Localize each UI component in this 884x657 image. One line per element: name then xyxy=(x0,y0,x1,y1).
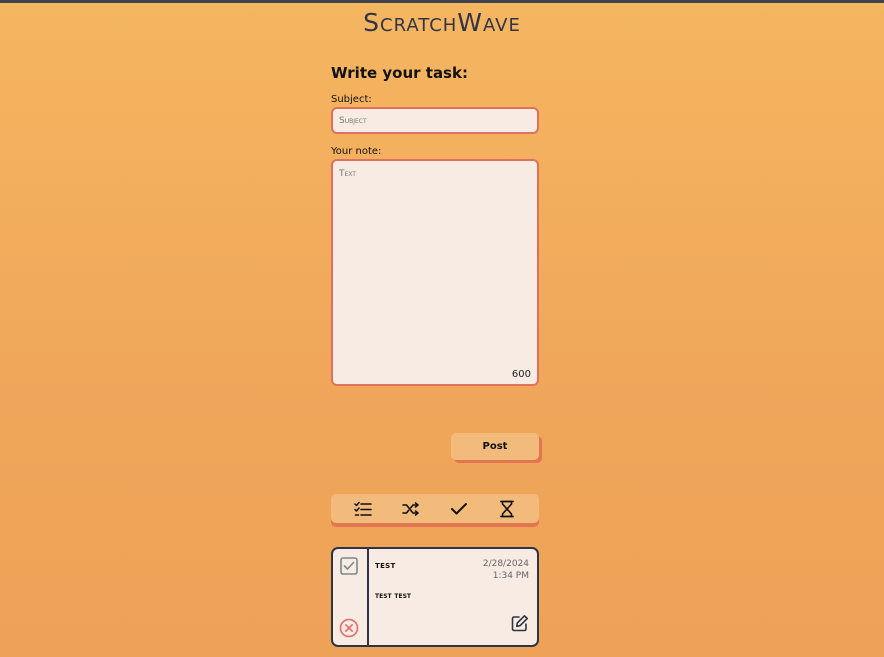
task-actions-column xyxy=(333,549,369,645)
note-textarea[interactable] xyxy=(331,159,539,386)
note-wrapper: 600 xyxy=(331,159,539,386)
list-check-icon xyxy=(354,501,372,516)
task-complete-checkbox[interactable] xyxy=(340,557,358,579)
task-subject: test xyxy=(375,560,396,571)
checkmark-icon xyxy=(451,502,467,514)
task-date: 2/28/2024 xyxy=(482,559,529,569)
shuffle-icon xyxy=(402,501,419,516)
task-body: test 2/28/2024 1:34 PM test test xyxy=(369,549,537,645)
task-edit-button[interactable] xyxy=(511,614,529,636)
task-text: test test xyxy=(375,591,411,600)
subject-label: Subject: xyxy=(331,94,372,105)
post-button[interactable]: Post xyxy=(451,433,539,460)
task-time: 1:34 PM xyxy=(492,571,529,581)
delete-circle-x-icon xyxy=(339,618,359,638)
note-label: Your note: xyxy=(331,146,382,157)
filter-all-button[interactable] xyxy=(349,497,377,521)
char-counter: 600 xyxy=(511,369,531,380)
filter-bar xyxy=(331,494,539,523)
task-form: Write your task: Subject: Your note: 600 xyxy=(331,62,539,386)
form-heading: Write your task: xyxy=(331,64,468,82)
hourglass-icon xyxy=(500,500,514,517)
top-border xyxy=(0,0,884,3)
subject-input[interactable] xyxy=(331,107,539,134)
task-delete-button[interactable] xyxy=(339,618,359,642)
task-timestamp: 2/28/2024 1:34 PM xyxy=(483,558,529,582)
filter-completed-button[interactable] xyxy=(445,497,473,521)
task-card: test 2/28/2024 1:34 PM test test xyxy=(331,547,539,647)
filter-pending-button[interactable] xyxy=(493,497,521,521)
checkbox-icon xyxy=(340,557,358,575)
filter-random-button[interactable] xyxy=(397,497,425,521)
app-title: ScratchWave xyxy=(363,8,521,37)
edit-pencil-icon xyxy=(511,615,528,632)
